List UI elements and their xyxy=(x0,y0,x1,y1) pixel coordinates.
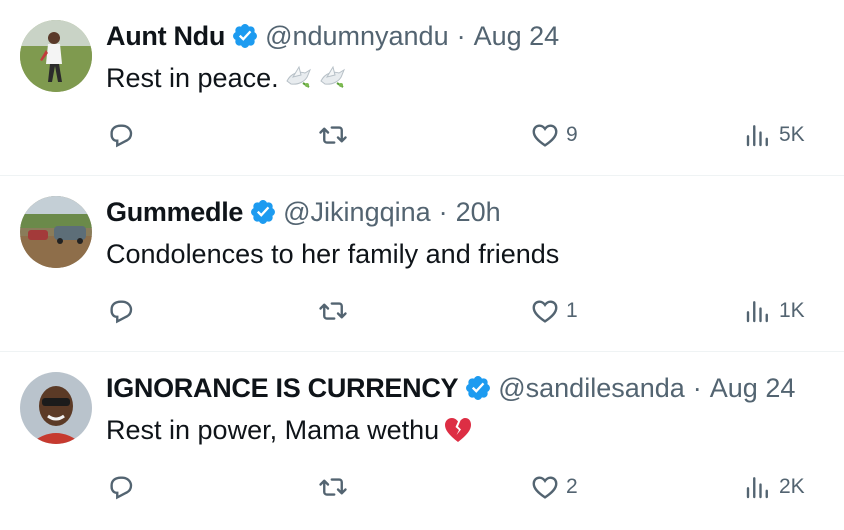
reply-icon xyxy=(106,472,136,502)
heart-icon xyxy=(530,472,560,502)
verified-badge-icon xyxy=(249,198,277,226)
reply-feed: Aunt Ndu @ndumnyandu · Aug 24 Rest in pe… xyxy=(0,0,844,528)
separator-dot: · xyxy=(438,197,448,227)
tweet-header: Aunt Ndu @ndumnyandu · Aug 24 xyxy=(106,18,559,54)
reply-button[interactable] xyxy=(106,470,136,504)
broken-heart-icon xyxy=(443,415,473,445)
display-name[interactable]: Aunt Ndu xyxy=(106,18,225,54)
views-button[interactable]: 5K xyxy=(743,118,805,152)
avatar[interactable] xyxy=(20,196,92,268)
avatar-image xyxy=(20,372,92,444)
tweet-text-content: Condolences to her family and friends xyxy=(106,239,560,269)
heart-icon xyxy=(530,120,560,150)
user-handle[interactable]: @Jikingqina xyxy=(283,194,431,230)
reply-icon xyxy=(106,120,136,150)
views-button[interactable]: 1K xyxy=(743,294,805,328)
tweet-text-content: Rest in power, Mama wethu xyxy=(106,415,440,445)
views-button[interactable]: 2K xyxy=(743,470,805,504)
dove-icon xyxy=(283,63,313,93)
tweet-text: Rest in peace. xyxy=(106,60,347,96)
avatar-image xyxy=(20,20,92,92)
tweet[interactable]: Aunt Ndu @ndumnyandu · Aug 24 Rest in pe… xyxy=(0,0,844,176)
retweet-button[interactable] xyxy=(318,470,348,504)
reply-button[interactable] xyxy=(106,118,136,152)
views-icon xyxy=(743,120,773,150)
separator-dot: · xyxy=(692,373,702,403)
display-name[interactable]: Gummedle xyxy=(106,194,243,230)
dove-icon xyxy=(317,63,347,93)
views-icon xyxy=(743,472,773,502)
avatar-image xyxy=(20,196,92,268)
reply-icon xyxy=(106,296,136,326)
user-handle[interactable]: @ndumnyandu xyxy=(265,18,449,54)
tweet[interactable]: IGNORANCE IS CURRENCY @sandilesanda · Au… xyxy=(0,352,844,528)
verified-badge-icon xyxy=(464,374,492,402)
views-icon xyxy=(743,296,773,326)
retweet-icon xyxy=(318,120,348,150)
views-count: 2K xyxy=(779,475,805,498)
retweet-button[interactable] xyxy=(318,118,348,152)
verified-badge-icon xyxy=(231,22,259,50)
timestamp[interactable]: 20h xyxy=(456,194,501,230)
views-count: 5K xyxy=(779,123,805,146)
tweet-text: Rest in power, Mama wethu xyxy=(106,412,473,448)
avatar[interactable] xyxy=(20,20,92,92)
tweet-text-content: Rest in peace. xyxy=(106,63,279,93)
timestamp[interactable]: Aug 24 xyxy=(710,370,796,406)
timestamp[interactable]: Aug 24 xyxy=(474,18,560,54)
retweet-icon xyxy=(318,472,348,502)
like-button[interactable]: 1 xyxy=(530,294,578,328)
avatar[interactable] xyxy=(20,372,92,444)
reply-button[interactable] xyxy=(106,294,136,328)
like-count: 2 xyxy=(566,475,578,498)
views-count: 1K xyxy=(779,299,805,322)
like-button[interactable]: 9 xyxy=(530,118,578,152)
like-button[interactable]: 2 xyxy=(530,470,578,504)
like-count: 9 xyxy=(566,123,578,146)
like-count: 1 xyxy=(566,299,578,322)
retweet-icon xyxy=(318,296,348,326)
separator-dot: · xyxy=(456,21,466,51)
retweet-button[interactable] xyxy=(318,294,348,328)
tweet[interactable]: Gummedle @Jikingqina · 20h Condolences t… xyxy=(0,176,844,352)
display-name[interactable]: IGNORANCE IS CURRENCY xyxy=(106,370,459,406)
heart-icon xyxy=(530,296,560,326)
tweet-header: IGNORANCE IS CURRENCY @sandilesanda · Au… xyxy=(106,370,795,406)
tweet-text: Condolences to her family and friends xyxy=(106,236,559,272)
tweet-header: Gummedle @Jikingqina · 20h xyxy=(106,194,501,230)
user-handle[interactable]: @sandilesanda xyxy=(498,370,685,406)
